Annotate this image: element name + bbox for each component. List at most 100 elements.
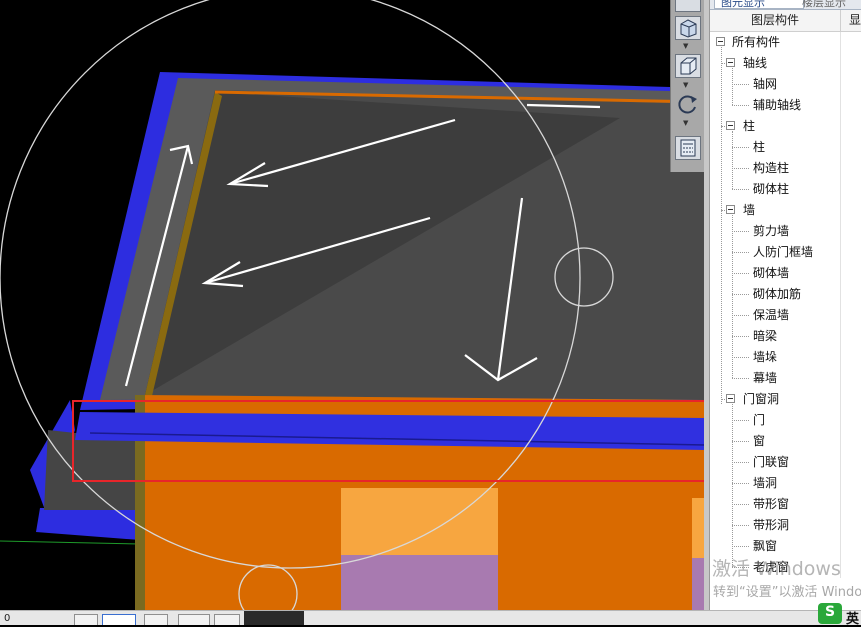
3d-viewport[interactable] <box>0 0 705 610</box>
tree-item-label: 轴线 <box>743 56 768 70</box>
tree-item-label: 墙垛 <box>753 350 778 364</box>
tree-item-label: 人防门框墙 <box>753 245 814 259</box>
chevron-down-icon[interactable]: ▼ <box>683 43 688 50</box>
view-cube-icon <box>680 57 697 75</box>
column-divider <box>840 305 841 326</box>
tree-connector <box>732 525 749 526</box>
rotate-icon <box>678 95 697 114</box>
collapse-toggle-icon[interactable] <box>716 37 725 46</box>
column-divider <box>840 116 841 137</box>
3d-model-canvas[interactable] <box>0 0 705 610</box>
collapse-toggle-icon[interactable] <box>726 394 735 403</box>
status-toggle-1[interactable] <box>74 614 98 625</box>
status-dark-field <box>244 611 304 625</box>
tree-item-label: 带形窗 <box>753 497 790 511</box>
column-display[interactable]: 显 <box>841 10 861 31</box>
activation-watermark-title: 激活 Windows <box>712 558 841 580</box>
tree-item-label: 保温墙 <box>753 308 790 322</box>
column-layer-component[interactable]: 图层构件 <box>710 10 841 31</box>
tree-item-label: 剪力墙 <box>753 224 790 238</box>
status-toggle-3[interactable] <box>144 614 168 625</box>
tree-item-label: 暗梁 <box>753 329 778 343</box>
column-divider <box>840 74 841 95</box>
view-2d-button[interactable]: 2D <box>675 0 701 12</box>
tab-floor-display[interactable]: 楼层显示 <box>796 0 861 9</box>
tree-item-label: 墙洞 <box>753 476 778 490</box>
column-divider <box>840 53 841 74</box>
tree-connector <box>721 47 722 404</box>
chevron-down-icon[interactable]: ▼ <box>683 120 688 127</box>
collapse-toggle-icon[interactable] <box>726 205 735 214</box>
tree-connector <box>732 420 749 421</box>
status-bar: 0 <box>0 610 861 625</box>
tree-item-label: 轴网 <box>753 77 778 91</box>
tree-connector <box>732 168 749 169</box>
collapse-toggle-icon[interactable] <box>726 121 735 130</box>
calculator-icon <box>680 139 696 157</box>
status-toggle-2[interactable] <box>102 614 136 625</box>
tree-header: 图层构件 显 <box>710 10 861 32</box>
column-divider <box>840 242 841 263</box>
column-divider <box>840 263 841 284</box>
tree-connector <box>732 131 733 189</box>
tree-item-label: 门窗洞 <box>743 392 780 406</box>
tree-item-label: 构造柱 <box>753 161 790 175</box>
rotate-button[interactable] <box>675 92 701 116</box>
tree-connector <box>732 483 749 484</box>
blue-beam-bottom-left <box>36 508 140 540</box>
tree-connector <box>732 273 749 274</box>
tree-item-label: 门 <box>753 413 766 427</box>
tree-connector <box>732 357 749 358</box>
tree-item-label: 砌体柱 <box>753 182 790 196</box>
tree-connector <box>732 68 733 105</box>
column-divider <box>840 494 841 515</box>
column-divider <box>840 32 841 53</box>
column-divider <box>840 95 841 116</box>
tree-connector <box>732 105 749 106</box>
tree-item-label: 砌体墙 <box>753 266 790 280</box>
tree-connector <box>732 147 749 148</box>
column-divider <box>840 179 841 200</box>
tab-element-display[interactable]: 图元显示 <box>714 0 804 9</box>
column-divider <box>840 368 841 389</box>
ime-mode-indicator[interactable]: 英 <box>846 608 859 627</box>
column-divider <box>840 200 841 221</box>
tree-item-label: 幕墙 <box>753 371 778 385</box>
status-toggle-4[interactable] <box>178 614 210 625</box>
column-divider <box>840 137 841 158</box>
tree-row[interactable]: 所有构件 <box>710 32 861 53</box>
tree-connector <box>732 462 749 463</box>
calculator-button[interactable] <box>675 136 701 160</box>
status-toggle-5[interactable] <box>214 614 240 625</box>
slab-side-left <box>44 430 140 510</box>
tree-connector <box>732 336 749 337</box>
view-toolbar: 2D ▼ ▼ ▼ <box>670 0 705 172</box>
column-divider <box>840 473 841 494</box>
tree-item-label: 柱 <box>753 140 766 154</box>
column-divider <box>840 431 841 452</box>
chevron-down-icon[interactable]: ▼ <box>683 82 688 89</box>
tree-connector <box>732 315 749 316</box>
column-divider <box>840 326 841 347</box>
panel-tabs: 图元显示 楼层显示 <box>710 0 861 10</box>
column-divider <box>840 452 841 473</box>
tree-connector <box>732 504 749 505</box>
status-value: 0 <box>4 613 11 624</box>
window-upper-left <box>341 488 498 558</box>
column-divider <box>840 410 841 431</box>
tree-connector <box>732 441 749 442</box>
column-divider <box>840 284 841 305</box>
tree-item-label: 所有构件 <box>732 35 781 49</box>
column-divider <box>840 347 841 368</box>
activation-watermark-text: 转到“设置”以激活 Windows。 <box>713 585 861 600</box>
column-divider <box>840 221 841 242</box>
view-cube-button[interactable] <box>675 54 701 78</box>
column-divider <box>840 158 841 179</box>
ime-logo-icon[interactable]: S <box>818 603 842 624</box>
tree-connector <box>732 378 749 379</box>
tree-connector <box>732 231 749 232</box>
collapse-toggle-icon[interactable] <box>726 58 735 67</box>
tree-connector <box>732 84 749 85</box>
view-3d-box-icon <box>680 19 697 38</box>
view-3d-box-button[interactable] <box>675 16 701 40</box>
